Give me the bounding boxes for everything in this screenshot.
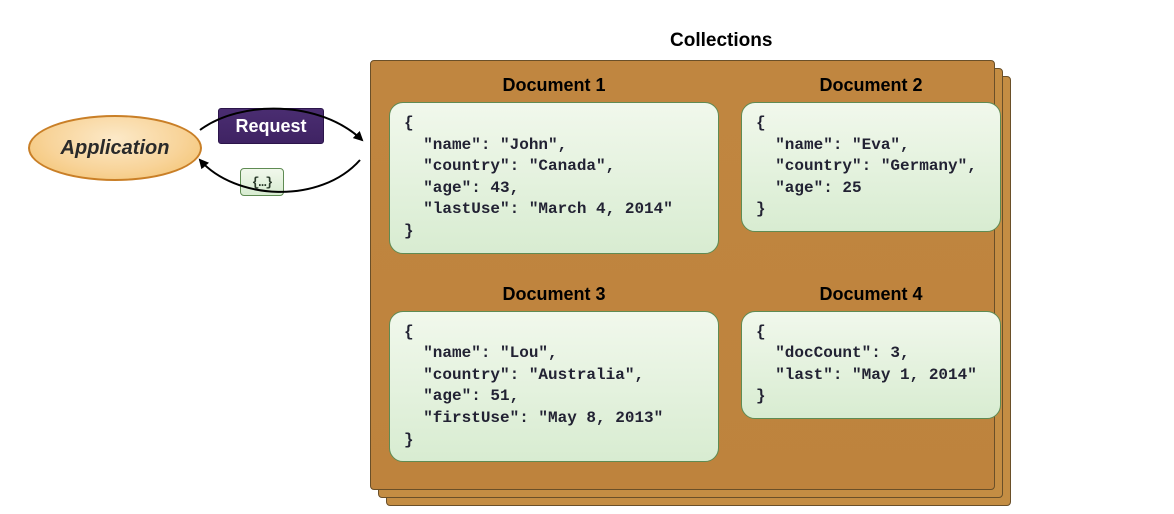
request-label-box: Request <box>218 108 324 144</box>
document-3-json: { "name": "Lou", "country": "Australia",… <box>389 311 719 463</box>
collection-layer-front: Document 1 { "name": "John", "country": … <box>370 60 995 490</box>
document-4: Document 4 { "docCount": 3, "last": "May… <box>741 284 1001 463</box>
document-4-title: Document 4 <box>819 284 922 305</box>
document-1-title: Document 1 <box>502 75 605 96</box>
document-3: Document 3 { "name": "Lou", "country": "… <box>389 284 719 463</box>
application-node: Application <box>28 115 202 181</box>
collections-stack: Document 1 { "name": "John", "country": … <box>370 60 995 490</box>
request-label: Request <box>235 116 306 137</box>
document-2: Document 2 { "name": "Eva", "country": "… <box>741 75 1001 254</box>
document-1-json: { "name": "John", "country": "Canada", "… <box>389 102 719 254</box>
application-label: Application <box>61 137 170 160</box>
document-4-json: { "docCount": 3, "last": "May 1, 2014" } <box>741 311 1001 419</box>
response-chip: {…} <box>240 168 284 196</box>
response-chip-text: {…} <box>252 175 272 190</box>
doc-row-1: Document 1 { "name": "John", "country": … <box>389 75 976 254</box>
doc-row-2: Document 3 { "name": "Lou", "country": "… <box>389 284 976 463</box>
document-3-title: Document 3 <box>502 284 605 305</box>
collections-title: Collections <box>670 30 772 52</box>
document-1: Document 1 { "name": "John", "country": … <box>389 75 719 254</box>
document-2-json: { "name": "Eva", "country": "Germany", "… <box>741 102 1001 232</box>
document-2-title: Document 2 <box>819 75 922 96</box>
